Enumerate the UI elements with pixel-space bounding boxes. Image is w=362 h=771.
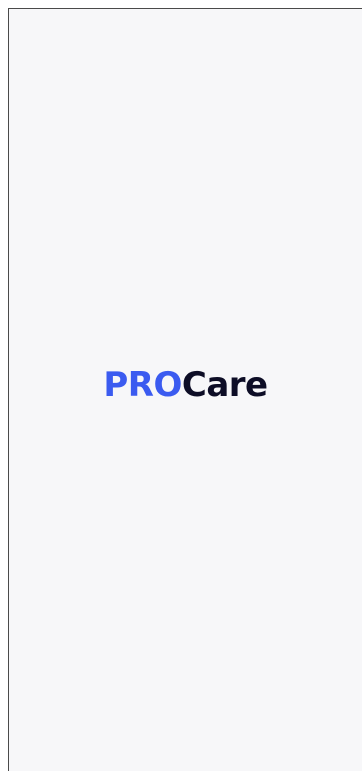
- logo-text-pro: PRO: [103, 365, 182, 405]
- logo-text-care: Care: [181, 365, 268, 405]
- app-logo: PROCare: [9, 365, 362, 405]
- splash-screen: PROCare: [8, 8, 362, 771]
